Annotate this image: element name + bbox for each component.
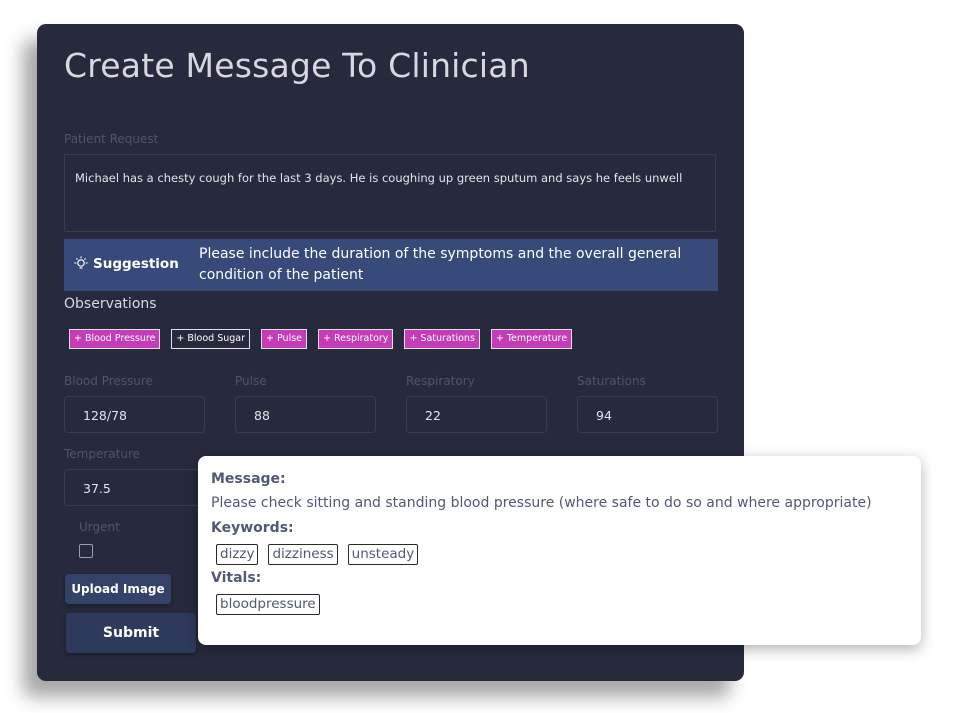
observations-heading: Observations bbox=[64, 296, 157, 312]
chip-temperature[interactable]: + Temperature bbox=[490, 329, 573, 349]
message-heading: Message: bbox=[211, 471, 286, 487]
keyword-tag: dizzy bbox=[216, 544, 259, 565]
chip-saturations[interactable]: + Saturations bbox=[404, 329, 480, 349]
observation-chips: + Blood Pressure + Blood Sugar + Pulse +… bbox=[69, 329, 573, 349]
vitals-heading: Vitals: bbox=[211, 570, 262, 586]
urgent-checkbox[interactable] bbox=[79, 544, 93, 558]
keyword-tag: unsteady bbox=[347, 544, 419, 565]
patient-request-label: Patient Request bbox=[64, 132, 159, 146]
upload-image-button[interactable]: Upload Image bbox=[65, 574, 171, 604]
urgent-label: Urgent bbox=[79, 520, 120, 534]
pulse-input[interactable]: 88 bbox=[235, 396, 376, 433]
chip-blood-sugar[interactable]: + Blood Sugar bbox=[171, 329, 251, 349]
saturations-input[interactable]: 94 bbox=[577, 396, 718, 433]
lightbulb-icon bbox=[74, 256, 88, 270]
keyword-tags: dizzy dizziness unsteady bbox=[216, 544, 419, 565]
keyword-tag: dizziness bbox=[268, 544, 338, 565]
vital-tag: bloodpressure bbox=[216, 594, 320, 615]
saturations-label: Saturations bbox=[577, 374, 646, 388]
submit-button[interactable]: Submit bbox=[66, 613, 196, 653]
message-text: Please check sitting and standing blood … bbox=[211, 495, 872, 511]
patient-request-input[interactable]: Michael has a chesty cough for the last … bbox=[64, 154, 716, 232]
chip-blood-pressure[interactable]: + Blood Pressure bbox=[69, 329, 161, 349]
chip-pulse[interactable]: + Pulse bbox=[261, 329, 308, 349]
temperature-input[interactable]: 37.5 bbox=[64, 469, 205, 506]
suggestion-popup: Message: Please check sitting and standi… bbox=[198, 456, 921, 645]
blood-pressure-input[interactable]: 128/78 bbox=[64, 396, 205, 433]
suggestion-label: Suggestion bbox=[93, 256, 179, 272]
keywords-heading: Keywords: bbox=[211, 520, 294, 536]
blood-pressure-label: Blood Pressure bbox=[64, 374, 153, 388]
chip-respiratory[interactable]: + Respiratory bbox=[318, 329, 394, 349]
pulse-label: Pulse bbox=[235, 374, 267, 388]
suggestion-text: Please include the duration of the sympt… bbox=[199, 246, 682, 283]
respiratory-input[interactable]: 22 bbox=[406, 396, 547, 433]
respiratory-label: Respiratory bbox=[406, 374, 475, 388]
vital-tags: bloodpressure bbox=[216, 594, 320, 615]
page-title: Create Message To Clinician bbox=[64, 46, 530, 85]
suggestion-banner: Suggestion Please include the duration o… bbox=[64, 239, 718, 291]
temperature-label: Temperature bbox=[64, 447, 141, 461]
